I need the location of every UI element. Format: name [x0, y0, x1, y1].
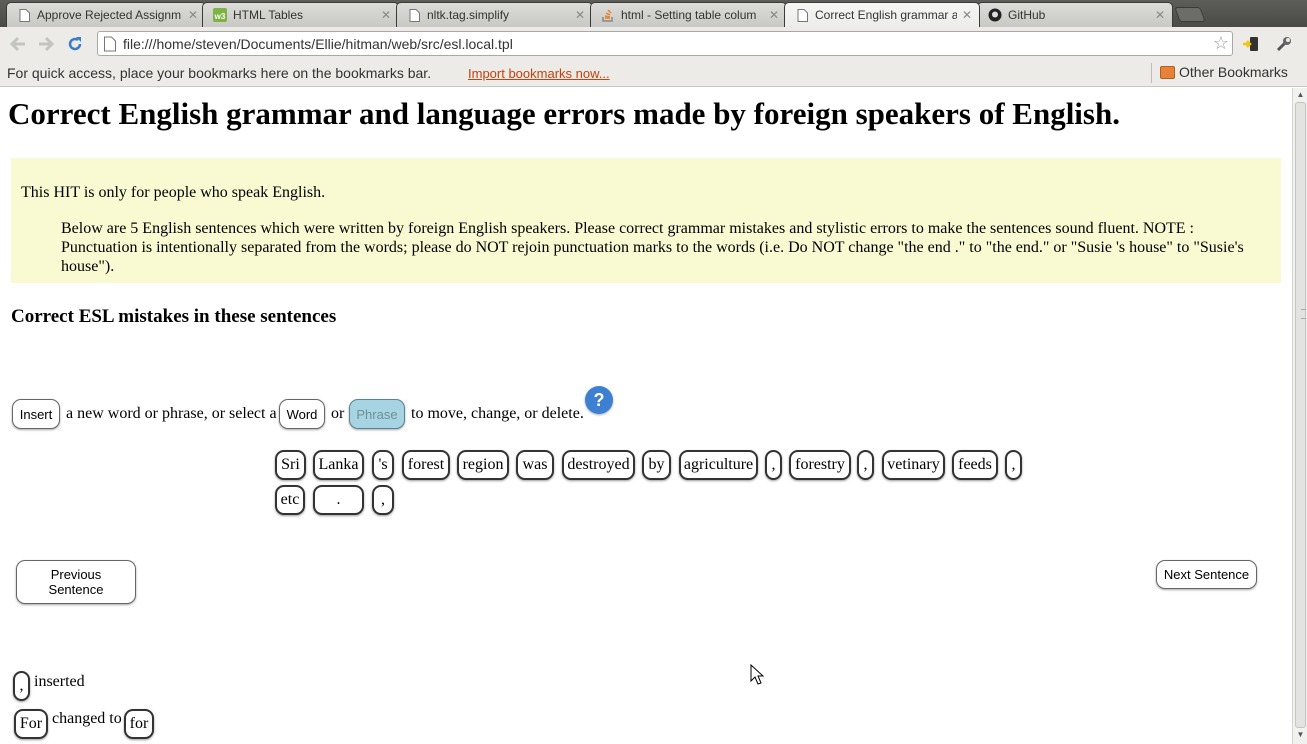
next-sentence-button[interactable]: Next Sentence — [1156, 560, 1257, 589]
page-icon — [17, 8, 31, 22]
tab-close-icon[interactable]: ✕ — [574, 8, 586, 22]
page-icon — [104, 36, 116, 51]
edit-token[interactable]: for — [124, 709, 154, 739]
word-token[interactable]: , — [765, 450, 782, 480]
word-token[interactable]: , — [372, 485, 394, 515]
word-button[interactable]: Word — [279, 399, 325, 429]
forward-icon[interactable] — [35, 33, 57, 55]
word-token[interactable]: 's — [372, 450, 394, 480]
scrollbar-grip — [1301, 309, 1306, 319]
tab-title: Correct English grammar a — [815, 8, 957, 22]
import-bookmarks-link[interactable]: Import bookmarks now... — [468, 66, 610, 81]
tab-close-icon[interactable]: ✕ — [961, 8, 973, 22]
tab-close-icon[interactable]: ✕ — [1154, 8, 1166, 22]
word-token[interactable]: vetinary — [882, 450, 945, 480]
edit-description: inserted — [34, 673, 85, 690]
word-token[interactable]: , — [857, 450, 874, 480]
mouse-cursor-icon — [750, 664, 764, 685]
word-token[interactable]: Lanka — [313, 450, 364, 480]
new-tab-button[interactable] — [1174, 7, 1206, 22]
instruction-text: a new word or phrase, or select a — [66, 405, 277, 422]
notice-box: This HIT is only for people who speak En… — [11, 158, 1281, 283]
word-token[interactable]: forestry — [789, 450, 851, 480]
stackoverflow-icon — [601, 8, 615, 22]
instruction-text: to move, change, or delete. — [411, 405, 584, 422]
word-token[interactable]: . — [313, 485, 364, 515]
scroll-up-icon[interactable]: ▲ — [1293, 90, 1307, 99]
tab-title: html - Setting table colum — [621, 8, 757, 22]
section-heading: Correct ESL mistakes in these sentences — [11, 306, 337, 327]
other-bookmarks-label: Other Bookmarks — [1179, 64, 1288, 80]
page-title: Correct English grammar and language err… — [8, 96, 1120, 131]
github-icon — [988, 8, 1002, 22]
tab-stackoverflow[interactable]: html - Setting table colum ✕ — [590, 2, 787, 27]
tab-github[interactable]: GitHub ✕ — [977, 2, 1173, 27]
tab-title: Approve Rejected Assignm — [37, 8, 182, 22]
svg-text:w3: w3 — [214, 12, 226, 21]
w3schools-icon: w3 — [213, 8, 227, 22]
bookmarks-hint: For quick access, place your bookmarks h… — [7, 65, 432, 81]
scrollbar-thumb[interactable] — [1295, 102, 1306, 728]
other-bookmarks-button[interactable]: Other Bookmarks — [1160, 64, 1288, 80]
edit-description: changed to — [52, 710, 122, 727]
page-content: Correct English grammar and language err… — [0, 88, 1292, 744]
tab-html-tables[interactable]: w3 HTML Tables ✕ — [202, 2, 399, 27]
tab-strip: Approve Rejected Assignm ✕ w3 HTML Table… — [0, 0, 1307, 27]
tab-correct-english[interactable]: Correct English grammar a ✕ — [784, 2, 980, 27]
word-token[interactable]: Sri — [275, 450, 306, 480]
word-token[interactable]: agriculture — [679, 450, 758, 480]
tab-nltk[interactable]: nltk.tag.simplify ✕ — [396, 2, 593, 27]
word-token[interactable]: forest — [402, 450, 450, 480]
phrase-button[interactable]: Phrase — [349, 399, 405, 429]
word-token[interactable]: , — [1005, 450, 1022, 480]
extension-icon[interactable] — [1241, 34, 1261, 54]
bookmarks-bar: For quick access, place your bookmarks h… — [0, 60, 1307, 87]
help-icon[interactable]: ? — [585, 386, 613, 414]
word-token[interactable]: feeds — [952, 450, 998, 480]
insert-button[interactable]: Insert — [12, 399, 60, 429]
vertical-scrollbar[interactable]: ▲ ▼ — [1292, 88, 1307, 744]
edit-token[interactable]: For — [14, 709, 48, 739]
tab-close-icon[interactable]: ✕ — [380, 8, 392, 22]
reload-icon[interactable] — [64, 33, 86, 55]
back-icon[interactable] — [7, 33, 29, 55]
wrench-icon[interactable] — [1274, 34, 1294, 54]
address-bar[interactable]: file:///home/steven/Documents/Ellie/hitm… — [97, 31, 1233, 56]
previous-sentence-button[interactable]: Previous Sentence — [16, 560, 136, 604]
tab-title: nltk.tag.simplify — [427, 8, 510, 22]
url-text: file:///home/steven/Documents/Ellie/hitm… — [123, 35, 513, 52]
word-token[interactable]: etc — [275, 485, 305, 515]
edit-token[interactable]: , — [13, 671, 30, 701]
word-token[interactable]: destroyed — [562, 450, 635, 480]
tab-approve-rejected[interactable]: Approve Rejected Assignm ✕ — [6, 2, 206, 27]
scroll-down-icon[interactable]: ▼ — [1293, 730, 1307, 739]
notice-lead: This HIT is only for people who speak En… — [21, 184, 326, 201]
bookmark-star-icon[interactable]: ☆ — [1210, 33, 1232, 54]
browser-toolbar: file:///home/steven/Documents/Ellie/hitm… — [0, 27, 1307, 60]
word-token[interactable]: region — [457, 450, 509, 480]
folder-icon — [1160, 65, 1175, 79]
page-icon — [407, 8, 421, 22]
tab-close-icon[interactable]: ✕ — [187, 8, 199, 22]
tab-title: HTML Tables — [233, 8, 304, 22]
instruction-text: or — [331, 405, 345, 422]
word-token[interactable]: by — [642, 450, 671, 480]
tab-close-icon[interactable]: ✕ — [768, 8, 780, 22]
page-icon — [795, 8, 809, 22]
tab-title: GitHub — [1008, 8, 1046, 22]
word-token[interactable]: was — [516, 450, 554, 480]
notice-body: Below are 5 English sentences which were… — [61, 220, 1244, 275]
divider — [1151, 63, 1152, 83]
